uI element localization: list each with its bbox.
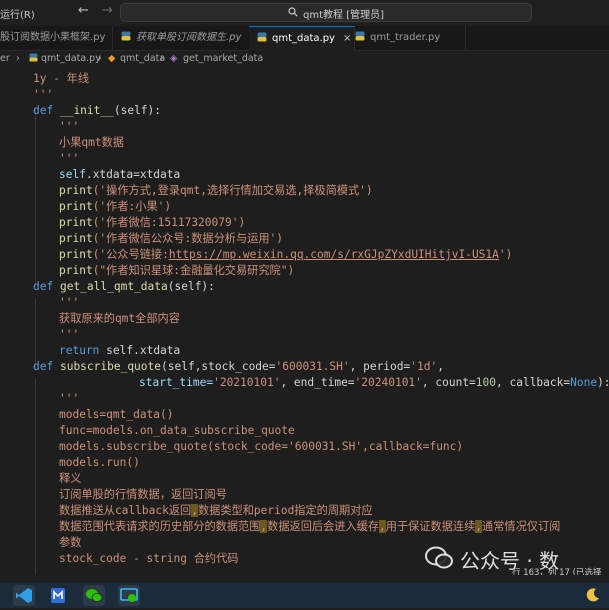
search-icon xyxy=(288,7,298,17)
code-line: func=models.on_data_subscribe_quote xyxy=(59,424,295,437)
code-line: ''' xyxy=(59,152,80,165)
code-line: models.subscribe_quote(stock_code='60003… xyxy=(59,440,464,453)
python-file-icon xyxy=(257,32,267,42)
tab-label: qmt_data.py xyxy=(272,33,335,44)
code-line: return self.xtdata xyxy=(59,344,181,357)
code-line: 获取原来的qmt全部内容 xyxy=(59,312,180,325)
code-line: print('作者:小果') xyxy=(59,200,172,213)
class-icon: ◆ xyxy=(108,53,116,64)
title-bar: 运行(R) ← → qmt教程 [管理员] xyxy=(0,0,609,24)
code-line: start_time='20210101', end_time='2024010… xyxy=(139,376,609,389)
python-file-icon xyxy=(121,31,131,41)
miniqmt-icon[interactable] xyxy=(47,585,69,606)
code-line: ''' xyxy=(33,88,54,101)
chevron-right-icon: › xyxy=(16,53,20,64)
code-line: ''' xyxy=(59,296,80,309)
tab-single-stock[interactable]: 获取单股订阅数据生.py xyxy=(113,26,257,50)
indent-guide xyxy=(35,107,36,287)
taskbar xyxy=(0,583,609,608)
menu-run[interactable]: 运行(R) xyxy=(0,6,35,21)
code-editor[interactable]: 1y - 年线 ''' def __init__(self): ''' 小果qm… xyxy=(0,67,609,575)
weixin-link[interactable]: https://mp.weixin.qq.com/s/rxGJpZYxdUIHi… xyxy=(169,248,499,261)
code-line: stock_code - string 合约代码 xyxy=(59,552,239,565)
code-line: 释义 xyxy=(59,472,82,485)
tab-label: qmt_trader.py xyxy=(370,32,441,43)
forward-arrow-icon[interactable]: → xyxy=(102,3,113,18)
editor-tabs: 股订阅数据小果框架.py 获取单股订阅数据生.py qmt_data.py × q… xyxy=(0,26,609,51)
code-line: print("作者知识星球:金融量化交易研究院") xyxy=(59,264,295,277)
highlight-match: , xyxy=(191,504,198,517)
code-line: def __init__(self): xyxy=(33,104,162,117)
chevron-right-icon: › xyxy=(98,53,102,64)
code-line: print('作者微信:15117320079') xyxy=(59,216,246,229)
code-line: print('操作方式,登录qmt,选择行情加交易选,择极简模式') xyxy=(59,184,373,197)
highlight-match: , xyxy=(379,520,386,533)
code-line: ''' xyxy=(59,120,80,133)
code-line: ''' xyxy=(59,328,80,341)
vscode-icon[interactable] xyxy=(13,585,35,606)
method-icon: ◈ xyxy=(170,53,178,64)
command-center-search[interactable]: qmt教程 [管理员] xyxy=(120,3,532,22)
code-line: print('作者微信公众号:数据分析与运用') xyxy=(59,232,283,245)
remote-desktop-icon[interactable] xyxy=(118,585,140,606)
indent-guide xyxy=(35,379,36,575)
code-line: print('公众号链接:https://mp.weixin.qq.com/s/… xyxy=(59,248,513,261)
python-file-icon xyxy=(29,53,38,65)
breadcrumb: er › qmt_data.py › ◆ qmt_data › ◈ get_ma… xyxy=(0,51,609,67)
code-line: def get_all_qmt_data(self): xyxy=(33,280,215,293)
tab-label: 股订阅数据小果框架.py xyxy=(0,32,106,43)
breadcrumb-root[interactable]: er xyxy=(0,53,10,64)
code-line: 参数 xyxy=(59,536,82,549)
search-text: qmt教程 [管理员] xyxy=(303,10,384,21)
code-line: ''' xyxy=(59,392,80,405)
chevron-right-icon: › xyxy=(160,53,164,64)
status-bar xyxy=(0,575,609,583)
code-line: self.xtdata=xtdata xyxy=(59,168,181,181)
breadcrumb-class[interactable]: qmt_data xyxy=(120,53,165,64)
breadcrumb-method[interactable]: get_market_data xyxy=(183,53,263,64)
moon-icon[interactable] xyxy=(585,587,601,603)
breadcrumb-file[interactable]: qmt_data.py xyxy=(41,53,101,64)
code-line: 小果qmt数据 xyxy=(59,136,124,149)
code-line: models.run() xyxy=(59,456,140,469)
tab-qmt-data[interactable]: qmt_data.py × xyxy=(249,26,355,51)
tab-framework[interactable]: 股订阅数据小果框架.py xyxy=(0,26,113,50)
wechat-official-account-logo xyxy=(425,546,453,569)
python-file-icon xyxy=(355,31,365,41)
code-line: 1y - 年线 xyxy=(33,72,90,85)
tab-qmt-trader[interactable]: qmt_trader.py xyxy=(347,26,466,50)
tab-label: 获取单股订阅数据生.py xyxy=(136,32,242,43)
code-line: 数据范围代表请求的历史部分的数据范围,数据返回后会进入缓存,用于保证数据连续,通… xyxy=(59,520,561,533)
code-line: def subscribe_quote(self,stock_code='600… xyxy=(33,360,444,373)
code-line: models=qmt_data() xyxy=(59,408,174,421)
code-line: 数据推送从callback返回,数据类型和period指定的周期对应 xyxy=(59,504,373,517)
wechat-icon[interactable] xyxy=(83,585,105,606)
code-line: 订阅单股的行情数据，返回订阅号 xyxy=(59,488,227,501)
back-arrow-icon[interactable]: ← xyxy=(78,3,89,18)
